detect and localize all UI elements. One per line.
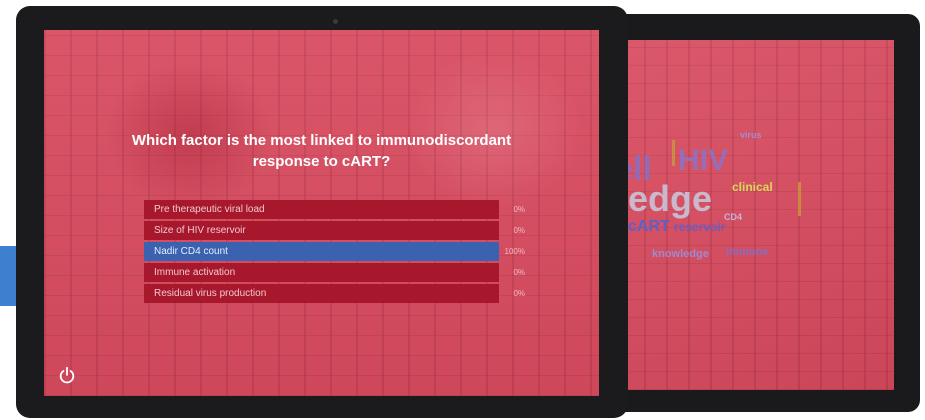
word-cloud-word: ledge [622,178,713,219]
word-cloud-word: CD4 [724,212,743,222]
poll-screen: Which factor is the most linked to immun… [44,30,599,396]
poll-option-percent: 0% [513,289,525,298]
poll-option[interactable]: Size of HIV reservoir 0% [144,221,525,240]
poll-question: Which factor is the most linked to immun… [84,130,559,172]
poll-option-label: Residual virus production [154,288,267,299]
poll-option-percent: 0% [513,226,525,235]
poll-option-label: Immune activation [154,267,236,278]
poll-question-line: response to cART? [252,153,391,170]
word-cloud-word: virus [740,130,762,140]
poll-option-label: Nadir CD4 count [154,246,228,257]
word-cloud-mark [672,140,675,166]
word-cloud-screen: ell HIV ledge clinical cART reservoir kn… [622,40,894,390]
word-cloud-word: cART [628,218,670,235]
camera-dot [333,19,338,24]
poll-option-selected[interactable]: Nadir CD4 count 100% [144,242,525,261]
accent-tab [0,246,16,306]
power-icon[interactable] [58,366,76,384]
word-cloud-word: HIV [678,144,729,177]
poll-option-percent: 0% [513,205,525,214]
poll-option[interactable]: Pre therapeutic viral load 0% [144,200,525,219]
word-cloud-word: clinical [732,180,773,194]
poll-option-label: Pre therapeutic viral load [154,204,265,215]
poll-question-line: Which factor is the most linked to immun… [131,132,512,149]
poll-options: Pre therapeutic viral load 0% Size of HI… [144,200,525,305]
poll-option[interactable]: Immune activation 0% [144,263,525,282]
word-cloud-word: immune [726,246,769,258]
poll-option-percent: 100% [504,247,525,256]
word-cloud-word: knowledge [652,248,709,260]
word-cloud-word: reservoir [674,220,726,234]
poll-option-percent: 0% [513,268,525,277]
poll-option-label: Size of HIV reservoir [154,225,246,236]
word-cloud-mark [798,182,801,216]
poll-option[interactable]: Residual virus production 0% [144,284,525,303]
